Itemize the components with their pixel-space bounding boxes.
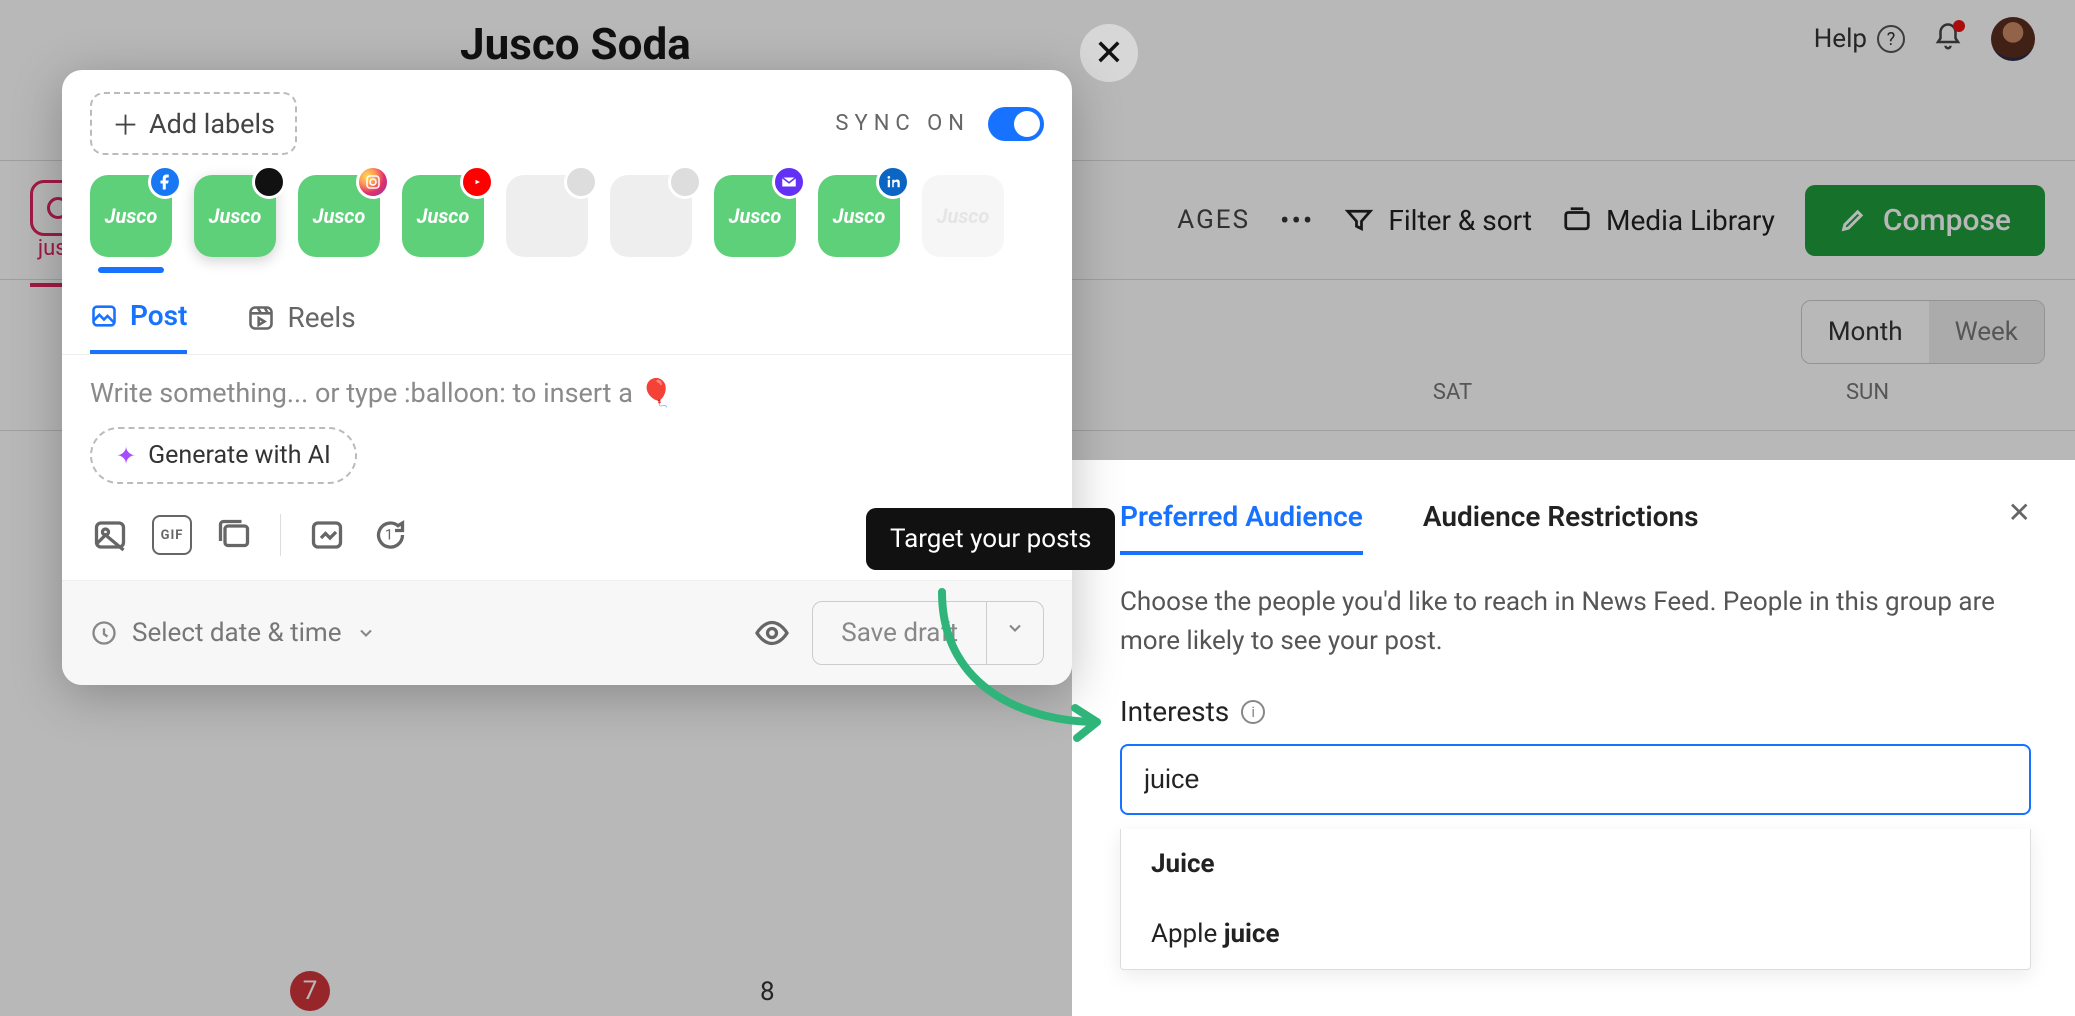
tab-preferred-audience[interactable]: Preferred Audience [1120, 500, 1363, 555]
preview-button[interactable] [752, 613, 792, 653]
add-gallery-button[interactable] [214, 515, 254, 555]
calendar-day-8[interactable]: 8 [760, 977, 775, 1007]
image-icon [90, 302, 118, 330]
media-icon [1562, 205, 1592, 235]
help-label: Help [1814, 24, 1867, 54]
storefront-icon [564, 165, 598, 199]
compose-modal: ＋ Add labels SYNC ON Jusco Jusco Jusco J… [62, 70, 1072, 685]
funnel-icon [1344, 205, 1374, 235]
pencil-icon [1839, 206, 1867, 234]
close-audience-button[interactable]: ✕ [2008, 496, 2031, 529]
audience-panel: Preferred Audience Audience Restrictions… [1072, 460, 2075, 1016]
interest-option[interactable]: Juice [1121, 829, 2030, 899]
first-comment-button[interactable]: 1 [369, 515, 409, 555]
clock-icon [90, 619, 118, 647]
topbar: Help ? [0, 0, 2075, 78]
tab-post-label: Post [130, 299, 187, 332]
tab-reels[interactable]: Reels [247, 299, 355, 354]
sync-label: SYNC ON [835, 111, 970, 136]
interests-label: Interests i [1120, 695, 2031, 728]
add-gif-button[interactable]: GIF [152, 515, 192, 555]
media-label: Media Library [1606, 204, 1775, 237]
week-toggle[interactable]: Week [1929, 301, 2044, 363]
account-mailchimp[interactable]: Jusco [714, 175, 796, 257]
composer-placeholder: Write something... or type :balloon: to … [90, 377, 1044, 409]
tab-audience-restrictions[interactable]: Audience Restrictions [1423, 500, 1699, 555]
interests-text: Interests [1120, 695, 1229, 728]
avatar[interactable] [1991, 17, 2035, 61]
reuse-content-button[interactable] [307, 515, 347, 555]
pin-icon [668, 165, 702, 199]
sparkle-icon: ✦ [116, 442, 136, 470]
day-sun: SUN [1660, 380, 2075, 405]
select-date-label: Select date & time [132, 618, 342, 648]
info-icon[interactable]: i [1241, 700, 1265, 724]
interests-dropdown: Juice Apple juice [1120, 829, 2031, 970]
instagram-badge-icon [356, 165, 390, 199]
filter-sort-button[interactable]: Filter & sort [1344, 204, 1532, 237]
close-modal-button[interactable]: ✕ [1080, 24, 1138, 82]
svg-text:1: 1 [385, 526, 393, 544]
more-button[interactable]: ••• [1280, 204, 1314, 237]
save-options-chevron[interactable] [986, 602, 1043, 664]
notification-dot-icon [1953, 20, 1965, 32]
audience-description: Choose the people you'd like to reach in… [1120, 583, 2031, 661]
chevron-down-icon [356, 623, 376, 643]
content-type-tabs: Post Reels [62, 265, 1072, 355]
account-instagram[interactable]: Jusco [298, 175, 380, 257]
day-sat: SAT [1245, 380, 1660, 405]
select-date-button[interactable]: Select date & time [90, 618, 376, 648]
chevron-down-icon [1005, 618, 1025, 638]
account-x[interactable]: Jusco [194, 175, 276, 257]
calendar-view-toggle[interactable]: Month Week [1801, 300, 2045, 364]
month-toggle[interactable]: Month [1802, 301, 1929, 363]
add-image-button[interactable] [90, 515, 130, 555]
page-title: Jusco Soda [460, 18, 691, 70]
account-more[interactable]: Jusco [922, 175, 1004, 257]
save-draft-button[interactable]: Save draft [812, 601, 1044, 665]
add-labels-text: Add labels [149, 108, 275, 140]
account-facebook[interactable]: Jusco [90, 175, 172, 257]
generate-ai-button[interactable]: ✦ Generate with AI [90, 427, 357, 484]
facebook-icon [148, 165, 182, 199]
add-labels-button[interactable]: ＋ Add labels [90, 92, 297, 155]
calendar-day-7[interactable]: 7 [290, 971, 330, 1011]
linkedin-icon [876, 165, 910, 199]
toggle-switch-icon[interactable] [988, 107, 1044, 141]
account-gbp[interactable] [506, 175, 588, 257]
filter-label: Filter & sort [1388, 204, 1532, 237]
tab-post[interactable]: Post [90, 299, 187, 354]
interest-option[interactable]: Apple juice [1121, 899, 2030, 969]
interests-input[interactable] [1120, 744, 2031, 815]
reels-icon [247, 304, 275, 332]
compose-footer: Select date & time Save draft [62, 580, 1072, 685]
youtube-icon [460, 165, 494, 199]
account-youtube[interactable]: Jusco [402, 175, 484, 257]
account-linkedin[interactable]: Jusco [818, 175, 900, 257]
help-icon: ? [1877, 25, 1905, 53]
save-draft-label: Save draft [813, 602, 986, 664]
mail-icon [772, 165, 806, 199]
post-composer[interactable]: Write something... or type :balloon: to … [62, 355, 1072, 494]
audience-tabs: Preferred Audience Audience Restrictions… [1120, 500, 2031, 555]
media-library-button[interactable]: Media Library [1562, 204, 1775, 237]
tab-reels-label: Reels [287, 301, 355, 334]
help-link[interactable]: Help ? [1814, 24, 1905, 54]
account-pinterest[interactable] [610, 175, 692, 257]
compose-button[interactable]: Compose [1805, 185, 2045, 256]
pages-label: AGES [1177, 205, 1250, 235]
account-selector: Jusco Jusco Jusco Jusco Jusco Jusco Jusc… [62, 165, 1072, 259]
notifications-button[interactable] [1933, 22, 1963, 56]
x-icon [252, 165, 286, 199]
compose-label: Compose [1883, 203, 2011, 238]
plus-icon: ＋ [112, 104, 139, 143]
generate-ai-label: Generate with AI [148, 441, 331, 470]
sync-toggle[interactable]: SYNC ON [835, 107, 1044, 141]
target-tooltip: Target your posts [866, 508, 1115, 570]
